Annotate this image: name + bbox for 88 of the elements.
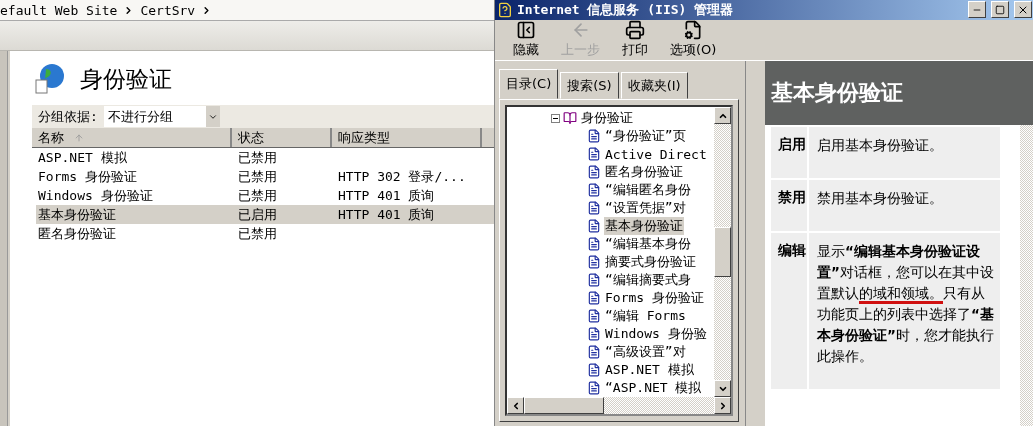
toolbar-button[interactable]: 选项(O) (666, 20, 721, 60)
tree-item[interactable]: Windows 身份验 (604, 325, 708, 343)
maximize-icon (995, 4, 1005, 15)
group-by-dropdown[interactable]: 不进行分组 (103, 106, 220, 127)
document-icon (587, 165, 601, 179)
term-cell: 禁用 (771, 180, 807, 231)
breadcrumb-item[interactable]: efault Web Site (0, 2, 118, 18)
tree-item[interactable]: Forms 身份验证 (604, 289, 705, 307)
toolbar-button[interactable]: 隐藏 (509, 20, 543, 60)
minimize-button[interactable] (968, 1, 986, 19)
table-cell-text: 已禁用 (237, 148, 278, 167)
tab[interactable]: 收藏夹(I) (620, 72, 688, 99)
document-icon (587, 129, 601, 143)
document-icon (587, 345, 601, 359)
document-icon (587, 201, 601, 215)
table-cell-text: 匿名身份验证 (37, 224, 117, 243)
scroll-thumb[interactable] (524, 397, 604, 414)
column-header[interactable]: 名称 (32, 128, 232, 147)
table-row[interactable]: 基本身份验证 已启用 HTTP 401 质询 (36, 205, 494, 224)
table-cell-text: 基本身份验证 (37, 205, 117, 224)
table-row[interactable]: ASP.NET 模拟 已禁用 (36, 148, 494, 167)
help-app-icon (497, 1, 513, 18)
breadcrumb-item[interactable]: CertSrv (140, 2, 196, 18)
table-cell-text: Windows 身份验证 (37, 186, 154, 205)
tree-item[interactable]: “ASP.NET 模拟 (604, 379, 703, 397)
tree-item[interactable]: “编辑基本身份 (604, 235, 692, 253)
tree-item[interactable]: “高级设置”对 (604, 343, 687, 361)
column-header[interactable]: 状态 (232, 128, 332, 147)
tree-item[interactable]: “编辑匿名身份 (604, 181, 692, 199)
tree-item[interactable]: “设置凭据”对 (604, 199, 687, 217)
hide-pane-icon (516, 20, 536, 41)
tree-item[interactable]: 基本身份验证 (604, 217, 684, 235)
table-cell-text: HTTP 401 质询 (337, 205, 436, 224)
document-icon (587, 309, 601, 323)
tree-item[interactable]: “身份验证”页 (604, 127, 687, 145)
document-icon (587, 237, 601, 251)
table-row[interactable]: 匿名身份验证 已禁用 (36, 224, 494, 243)
document-icon (587, 255, 601, 269)
tree-item[interactable]: 匿名身份验证 (604, 163, 684, 181)
table-cell-text: ASP.NET 模拟 (37, 148, 128, 167)
table-cell-text: 已禁用 (237, 167, 278, 186)
globe-icon (34, 63, 66, 95)
table-cell-text: 已禁用 (237, 186, 278, 205)
book-icon (563, 111, 577, 125)
document-icon (587, 363, 601, 377)
table-row[interactable]: Windows 身份验证 已禁用 HTTP 401 质询 (36, 186, 494, 205)
table-cell-text: HTTP 401 质询 (337, 186, 436, 205)
tree-item[interactable]: “编辑摘要式身 (604, 271, 692, 289)
tab[interactable]: 目录(C) (499, 69, 559, 99)
close-button[interactable] (1014, 1, 1032, 19)
page-title: 身份验证 (80, 64, 172, 94)
table-row[interactable]: Forms 身份验证 已禁用 HTTP 302 登录/... (36, 167, 494, 186)
topic-title: 基本身份验证 (771, 79, 903, 107)
horizontal-scrollbar[interactable] (507, 397, 731, 414)
document-icon (587, 183, 601, 197)
term-cell: 编辑 (771, 233, 807, 389)
term-cell: 启用 (771, 127, 807, 178)
document-icon (587, 147, 601, 161)
table-cell-text: HTTP 302 登录/... (337, 167, 467, 186)
options-icon (683, 20, 704, 41)
scroll-thumb[interactable] (714, 227, 731, 277)
table-cell-text: 已启用 (237, 205, 278, 224)
sort-arrow-icon (74, 132, 84, 143)
table-cell-text: Forms 身份验证 (37, 167, 138, 186)
tree-item[interactable]: ASP.NET 模拟 (604, 361, 695, 379)
document-icon (587, 273, 601, 287)
document-icon (587, 327, 601, 341)
column-header[interactable]: 响应类型 (332, 128, 482, 147)
vertical-scrollbar[interactable] (1020, 125, 1033, 426)
collapse-toggle-icon[interactable] (551, 113, 560, 123)
description-cell: 禁用基本身份验证。 (809, 180, 1000, 231)
tree-item[interactable]: Active Direct (604, 146, 708, 162)
window-title: Internet 信息服务 (IIS) 管理器 (517, 0, 735, 19)
tab[interactable]: 搜索(S) (560, 72, 619, 99)
document-icon (587, 381, 601, 395)
maximize-button[interactable] (991, 1, 1009, 19)
description-cell: 显示“编辑基本身份验证设置”对话框，您可以在其中设置默认的域和领域。只有从功能页上的列表中选择了“基本身份验证”时，您才能执行此操作。 (809, 233, 1000, 389)
description-cell: 启用基本身份验证。 (809, 127, 1000, 178)
document-icon (587, 291, 601, 305)
table-cell-text: 已禁用 (237, 224, 278, 243)
tree-item[interactable]: 身份验证 (580, 109, 634, 127)
toolbar-button[interactable]: 打印 (618, 20, 652, 60)
vertical-scrollbar[interactable] (714, 107, 731, 397)
tree-item[interactable]: “编辑 Forms (604, 307, 687, 325)
group-by-label: 分组依据: (38, 107, 98, 126)
tree-item[interactable]: 摘要式身份验证 (604, 253, 697, 271)
document-icon (587, 219, 601, 233)
printer-icon (625, 20, 645, 41)
